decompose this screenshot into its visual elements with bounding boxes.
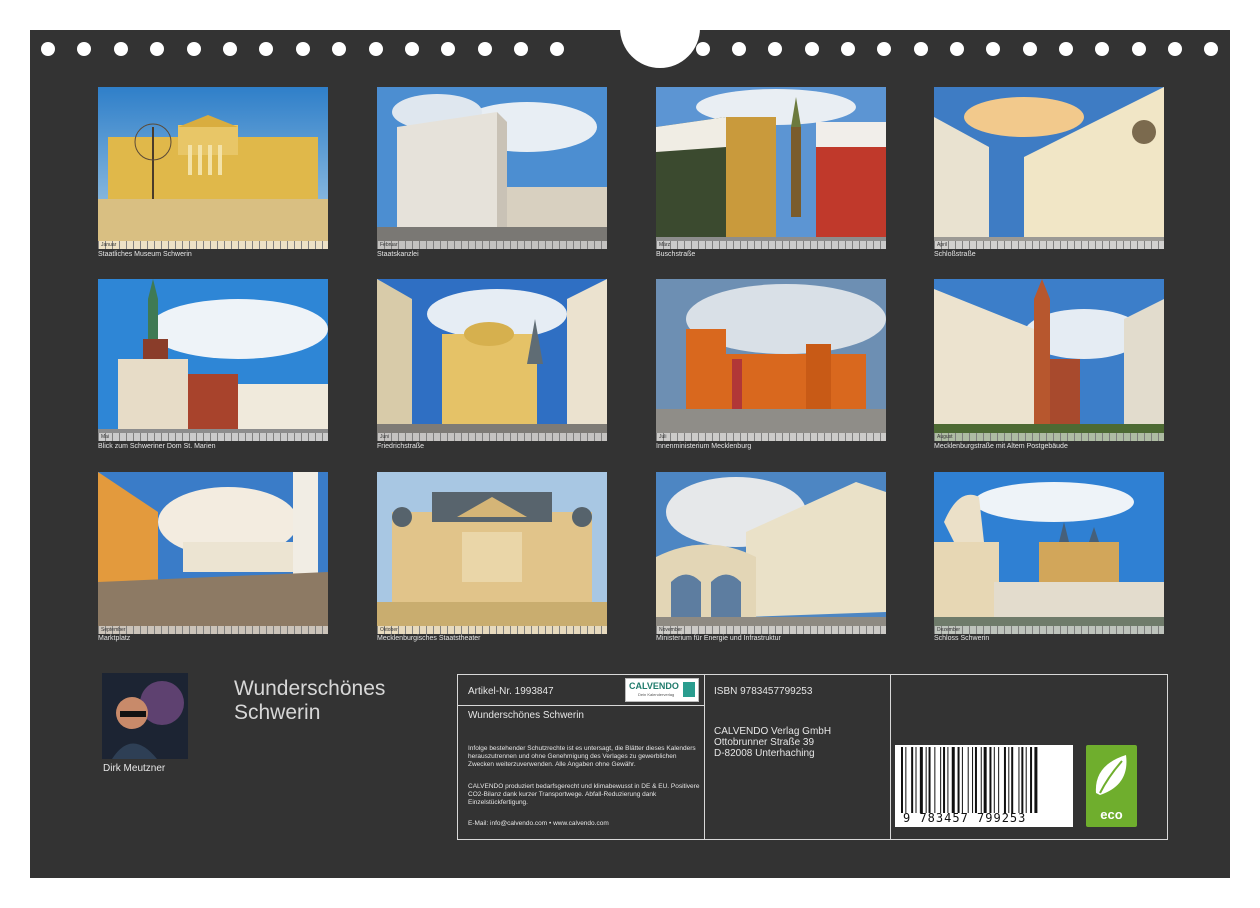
logo-mark bbox=[683, 682, 695, 697]
caption: Staatskanzlei bbox=[377, 251, 419, 258]
photo-buschstrasse bbox=[656, 87, 886, 249]
barcode-bar bbox=[905, 747, 907, 813]
hanger-notch bbox=[620, 28, 700, 68]
contact-info: E-Mail: info@calvendo.com • www.calvendo… bbox=[468, 820, 609, 827]
month-thumbnail-june: Juni bbox=[377, 279, 607, 441]
barcode-bar bbox=[983, 747, 987, 813]
photo-innenministerium bbox=[656, 279, 886, 441]
barcode-bar bbox=[1034, 747, 1038, 813]
month-thumbnail-july: Juli bbox=[656, 279, 886, 441]
caption: Blick zum Schweriner Dom St. Marien bbox=[98, 443, 216, 450]
photo-schloss-schwerin bbox=[934, 472, 1164, 634]
barcode-bar bbox=[915, 747, 917, 813]
caption: Ministerium für Energie und Infrastruktu… bbox=[656, 635, 781, 642]
photo-mecklenburgstrasse bbox=[934, 279, 1164, 441]
barcode-bar bbox=[1030, 747, 1033, 813]
barcode-bar bbox=[911, 747, 914, 813]
caption: Friedrichstraße bbox=[377, 443, 425, 450]
caption: Mecklenburgstraße mit Altem Postgebäude bbox=[934, 443, 1068, 450]
month-thumbnail-december: Dezember bbox=[934, 472, 1164, 634]
product-info-box: Artikel-Nr. 1993847 CALVENDO Dein Kalend… bbox=[457, 674, 1168, 840]
publisher-city: D-82008 Unterhaching bbox=[714, 748, 815, 759]
eco-label: eco bbox=[1100, 807, 1123, 822]
barcode-bar bbox=[934, 747, 936, 813]
barcode-bar bbox=[951, 747, 955, 813]
title-line-2: Schwerin bbox=[234, 701, 321, 724]
month-thumbnail-march: März bbox=[656, 87, 886, 249]
barcode-bars bbox=[901, 747, 1038, 813]
barcode-bar bbox=[1003, 747, 1006, 813]
photo-schlossstrasse bbox=[934, 87, 1164, 249]
barcode-bar bbox=[1008, 747, 1010, 813]
barcode-bar bbox=[993, 747, 995, 813]
photo-friedrichstrasse bbox=[377, 279, 607, 441]
caption: Buschstraße bbox=[656, 251, 696, 258]
caption: Staatliches Museum Schwerin bbox=[98, 251, 192, 258]
logo-subtext: Dein Kalenderverlag bbox=[638, 692, 675, 697]
article-number: Artikel-Nr. 1993847 bbox=[468, 686, 554, 697]
barcode-bar bbox=[925, 747, 927, 813]
barcode-bar bbox=[947, 747, 949, 813]
publisher-street: Ottobrunner Straße 39 bbox=[714, 737, 815, 748]
caption: Marktplatz bbox=[98, 635, 131, 642]
month-thumbnail-november: November bbox=[656, 472, 886, 634]
barcode-bar bbox=[980, 747, 982, 813]
publisher-address: CALVENDO Verlag GmbH Ottobrunner Straße … bbox=[714, 726, 831, 759]
barcode-bar bbox=[1018, 747, 1020, 813]
author-name: Dirk Meutzner bbox=[103, 763, 166, 774]
title-line-1: Wunderschönes bbox=[234, 677, 386, 700]
month-thumbnail-april: April bbox=[934, 87, 1164, 249]
author-portrait bbox=[102, 673, 188, 759]
month-thumbnail-september: September bbox=[98, 472, 328, 634]
photo-ministerium-energie bbox=[656, 472, 886, 634]
month-thumbnail-may: Mai bbox=[98, 279, 328, 441]
caption: Schloßstraße bbox=[934, 251, 976, 258]
article-title: Wunderschönes Schwerin bbox=[468, 710, 584, 721]
photo-staatskanzlei bbox=[377, 87, 607, 249]
photo-marktplatz bbox=[98, 472, 328, 634]
barcode-bar bbox=[919, 747, 923, 813]
photo-staatliches-museum bbox=[98, 87, 328, 249]
barcode-bar bbox=[989, 747, 992, 813]
caption: Mecklenburgisches Staatstheater bbox=[377, 635, 481, 642]
barcode: 9 783457 799253 bbox=[895, 745, 1073, 827]
photo-dom-st-marien bbox=[98, 279, 328, 441]
legal-notice: Infolge bestehender Schutzrechte ist es … bbox=[468, 745, 696, 768]
barcode-bar bbox=[943, 747, 946, 813]
month-thumbnail-january: Januar bbox=[98, 87, 328, 249]
month-thumbnail-october: Oktober bbox=[377, 472, 607, 634]
barcode-bar bbox=[901, 747, 903, 813]
barcode-bar bbox=[1025, 747, 1027, 813]
eco-badge: eco bbox=[1086, 745, 1137, 827]
leaf-icon bbox=[1095, 755, 1127, 795]
barcode-bar bbox=[967, 747, 969, 813]
barcode-bar bbox=[998, 747, 1000, 813]
barcode-bar bbox=[974, 747, 977, 813]
logo-text: CALVENDO bbox=[629, 681, 679, 691]
barcode-bar bbox=[1021, 747, 1024, 813]
barcode-bar bbox=[940, 747, 942, 813]
barcode-bar bbox=[961, 747, 963, 813]
barcode-bar bbox=[928, 747, 931, 813]
calendar-title: Wunderschönes Schwerin bbox=[234, 677, 385, 725]
barcode-digits: 9 783457 799253 bbox=[903, 811, 1027, 825]
caption: Innenministerium Mecklenburg bbox=[656, 443, 752, 450]
month-thumbnail-february: Februar bbox=[377, 87, 607, 249]
caption: Schloss Schwerin bbox=[934, 635, 990, 642]
barcode-bar bbox=[957, 747, 960, 813]
publisher-name: CALVENDO Verlag GmbH bbox=[714, 726, 832, 737]
barcode-bar bbox=[1011, 747, 1014, 813]
calvendo-logo: CALVENDO Dein Kalenderverlag bbox=[625, 678, 699, 702]
isbn: ISBN 9783457799253 bbox=[714, 686, 813, 697]
month-thumbnail-august: August bbox=[934, 279, 1164, 441]
photo-staatstheater bbox=[377, 472, 607, 634]
barcode-bar bbox=[972, 747, 974, 813]
eco-notice: CALVENDO produziert bedarfsgerecht und k… bbox=[468, 783, 700, 806]
